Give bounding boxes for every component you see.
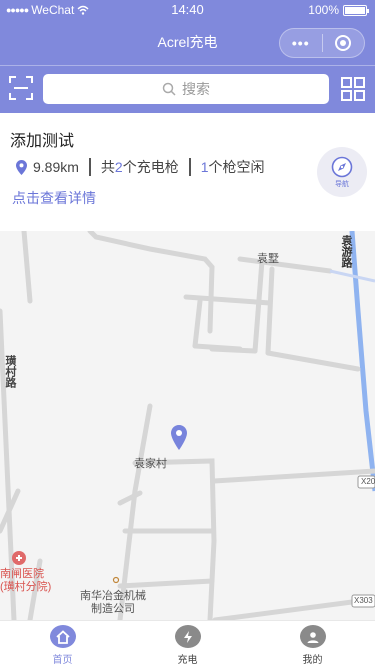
miniprogram-capsule: ••• [279, 28, 365, 58]
station-name: 添加测试 [10, 133, 75, 150]
station-marker-icon[interactable] [171, 425, 187, 450]
hospital-marker-icon [12, 551, 26, 565]
idle-suffix: 个枪空闲 [208, 159, 265, 175]
map-label-company: 南华冶金机械 制造公司 [80, 590, 146, 615]
total-count: 2 [114, 159, 123, 175]
battery-percent: 100% [308, 3, 339, 17]
station-card[interactable]: 添加测试 9.89km 共 2 个充电枪 1 个枪空闲 点击查看详情 导航 [0, 113, 375, 231]
search-row: 搜索 [0, 65, 375, 113]
station-distance: 9.89km [33, 159, 79, 175]
station-meta: 9.89km 共 2 个充电枪 1 个枪空闲 [16, 157, 265, 177]
app-frame: ●●●●● WeChat 14:40 100% Acrel充电 ••• 搜索 添… [0, 0, 375, 666]
map-label-yuanjia-village: 袁家村 [134, 458, 167, 470]
search-icon [162, 82, 176, 96]
map-view[interactable]: 袁游路 袁墅 璜村路 袁家村 南闸医院 (璜村分院) 南华冶金机械 制造公司 X… [0, 231, 375, 620]
tab-charge[interactable]: 充电 [125, 621, 250, 666]
map-label-hospital: 南闸医院 (璜村分院) [0, 568, 52, 593]
search-placeholder: 搜索 [182, 81, 210, 97]
tab-profile[interactable]: 我的 [250, 621, 375, 666]
top-bar: ●●●●● WeChat 14:40 100% Acrel充电 ••• [0, 0, 375, 65]
grid-menu-icon[interactable] [341, 77, 365, 101]
navigate-button[interactable]: 导航 [317, 147, 367, 197]
map-label-heng-village-road: 璜村路 [4, 355, 16, 388]
battery-icon [343, 4, 369, 16]
home-icon [49, 625, 76, 648]
map-label-yuanhu-road: 袁游路 [340, 235, 352, 268]
close-target-icon [335, 35, 352, 51]
tab-home[interactable]: 首页 [0, 621, 125, 666]
details-link[interactable]: 点击查看详情 [12, 188, 96, 208]
status-bar: ●●●●● WeChat 14:40 100% [0, 0, 375, 20]
scan-icon[interactable] [9, 76, 33, 100]
tab-home-label: 首页 [52, 655, 73, 666]
user-icon [299, 625, 326, 648]
map-label-road-x303: X303 [354, 596, 373, 605]
battery-group: 100% [308, 3, 369, 17]
navigate-label: 导航 [335, 180, 349, 188]
meta-divider [188, 158, 191, 176]
tab-charge-label: 充电 [177, 655, 198, 666]
location-pin-icon [16, 159, 27, 175]
total-prefix: 共 [100, 159, 115, 175]
tab-profile-label: 我的 [302, 655, 323, 666]
tab-bar: 首页 充电 我的 [0, 620, 375, 666]
map-label-road-x20: X20 [361, 477, 375, 486]
total-suffix: 个充电枪 [122, 159, 179, 175]
more-button[interactable]: ••• [280, 35, 322, 51]
idle-count: 1 [200, 159, 209, 175]
close-button[interactable] [322, 35, 364, 51]
meta-divider [88, 158, 91, 176]
company-marker-icon [112, 576, 120, 584]
lightning-icon [174, 625, 201, 648]
search-input[interactable]: 搜索 [43, 74, 329, 104]
compass-icon [331, 156, 353, 177]
map-label-yuanshu: 袁墅 [257, 253, 279, 265]
map-roads [0, 231, 375, 620]
